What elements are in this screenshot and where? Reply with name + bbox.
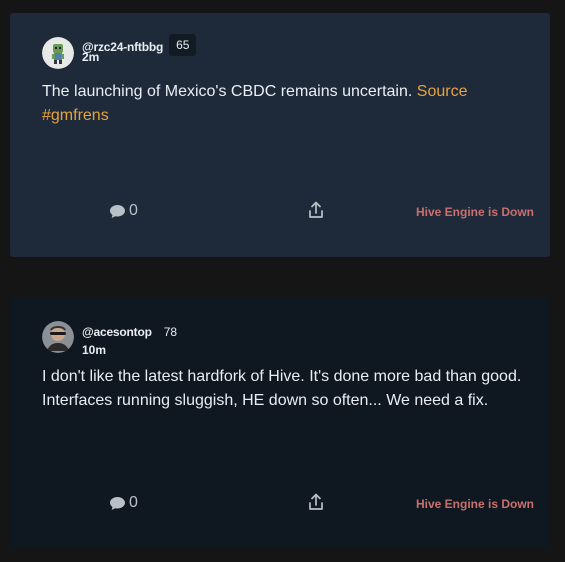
avatar[interactable]	[42, 321, 74, 353]
post-text: I don't like the latest hardfork of Hive…	[42, 368, 522, 409]
comment-button[interactable]: 0	[109, 494, 138, 512]
source-link[interactable]: Source	[417, 83, 468, 100]
engine-status: Hive Engine is Down	[415, 497, 534, 511]
post-body: I don't like the latest hardfork of Hive…	[42, 365, 528, 413]
share-icon	[309, 493, 323, 510]
name-row: @acesontop 78	[82, 321, 183, 343]
post-text: The launching of Mexico's CBDC remains u…	[42, 83, 413, 100]
comment-count: 0	[129, 494, 138, 511]
timestamp: 10m	[82, 343, 107, 357]
post-card[interactable]: @acesontop 78 10m I don't like the lates…	[10, 297, 550, 548]
post-actions: 0 Hive Engine is Down	[10, 201, 550, 224]
comment-button[interactable]: 0	[109, 202, 138, 220]
share-icon	[309, 201, 323, 218]
post-header: @acesontop 78 10m	[42, 321, 183, 357]
post-meta: @acesontop 78 10m	[82, 321, 183, 357]
post-meta: @rzc24-nftbbg 65 2m	[82, 34, 197, 64]
reputation-badge: 78	[163, 325, 178, 339]
share-button[interactable]	[308, 201, 324, 224]
comment-icon	[110, 204, 125, 218]
post-body: The launching of Mexico's CBDC remains u…	[42, 80, 528, 128]
timestamp: 2m	[82, 50, 100, 64]
avatar[interactable]	[42, 37, 74, 69]
post-header: @rzc24-nftbbg 65 2m	[42, 34, 197, 69]
engine-status: Hive Engine is Down	[415, 205, 534, 219]
username[interactable]: @acesontop	[82, 325, 152, 339]
share-button[interactable]	[308, 493, 324, 516]
post-card[interactable]: @rzc24-nftbbg 65 2m The launching of Mex…	[10, 13, 550, 257]
post-actions: 0 Hive Engine is Down	[10, 493, 550, 516]
comment-count: 0	[129, 202, 138, 219]
hashtag-link[interactable]: #gmfrens	[42, 107, 109, 124]
comment-icon	[110, 496, 125, 510]
